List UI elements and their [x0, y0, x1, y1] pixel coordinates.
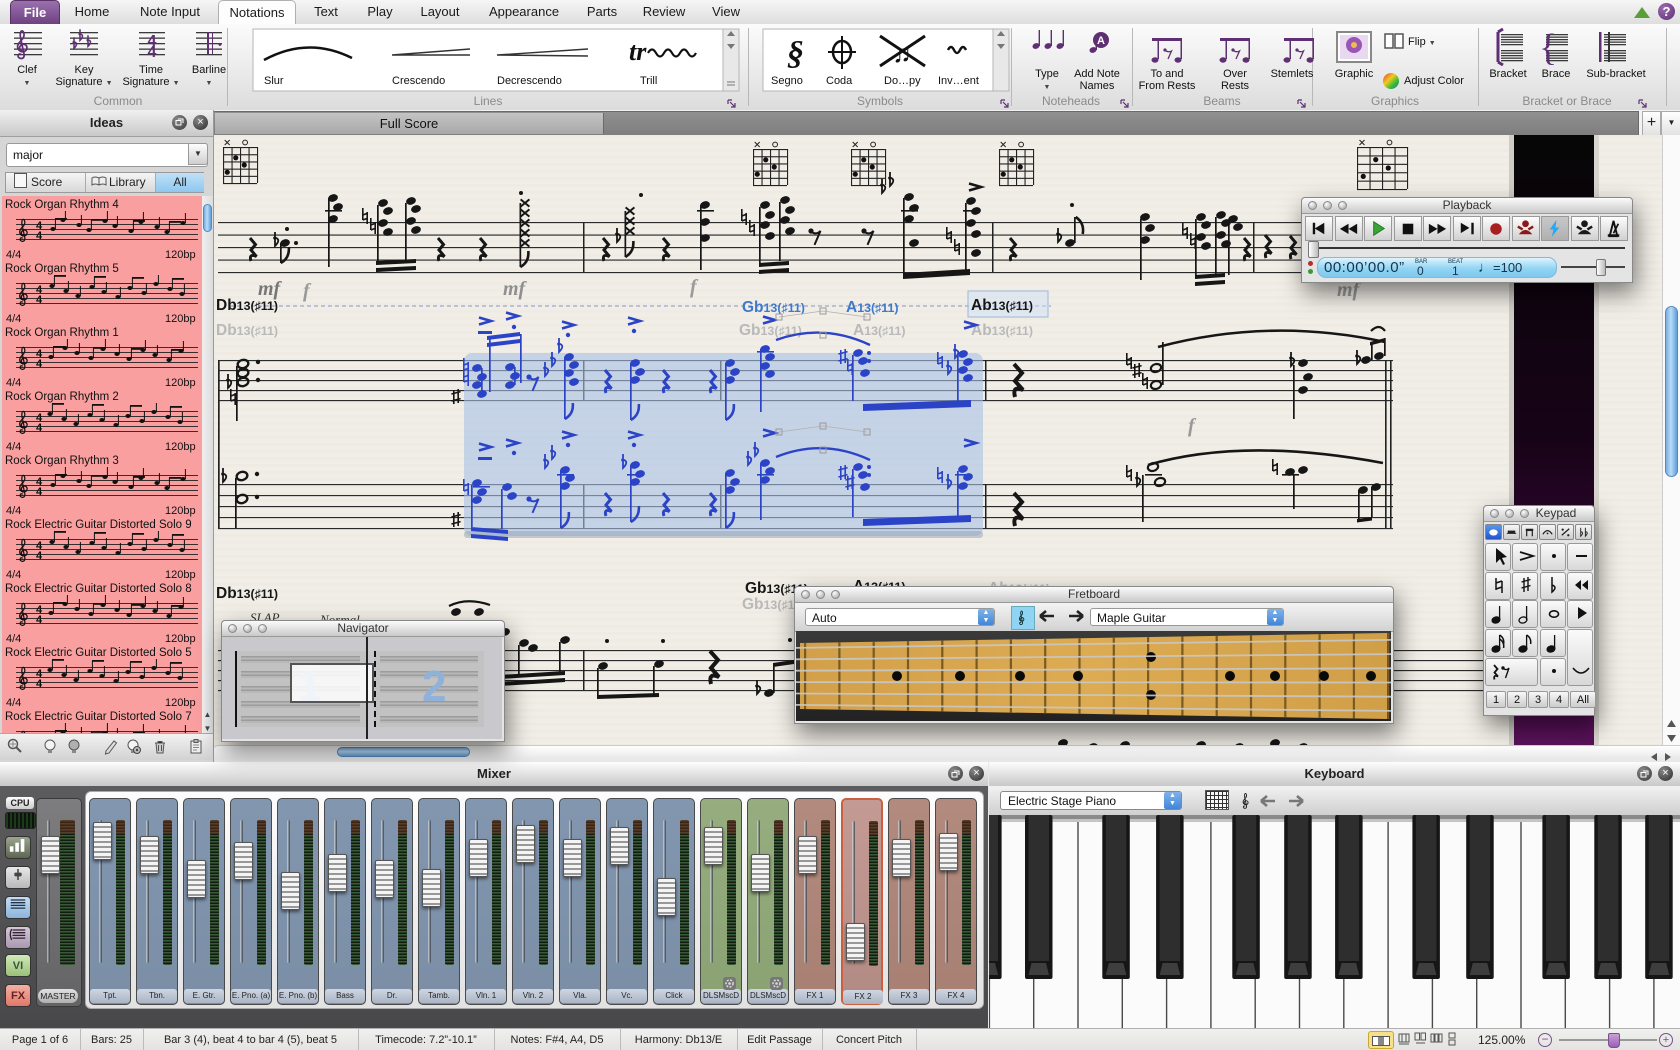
svg-text:4: 4	[36, 358, 43, 370]
svg-text:{: {	[1539, 27, 1557, 69]
svg-text:Crescendo: Crescendo	[392, 75, 445, 87]
svg-text:4: 4	[36, 550, 43, 562]
svg-text:Coda: Coda	[826, 75, 853, 87]
svg-text:Db13(♯11): Db13(♯11)	[216, 585, 278, 602]
svg-text:4: 4	[36, 486, 43, 498]
svg-text:Db13(♯11): Db13(♯11)	[216, 322, 278, 339]
svg-text:Gb13(♯11): Gb13(♯11)	[742, 299, 805, 316]
svg-text:A13(♯11): A13(♯11)	[846, 299, 899, 316]
svg-text:Db13(♯11): Db13(♯11)	[216, 297, 278, 314]
svg-text:4: 4	[36, 230, 43, 242]
svg-text:Inv…ent: Inv…ent	[938, 75, 979, 87]
svg-text:tr: tr	[629, 37, 647, 66]
svg-text:4: 4	[148, 44, 157, 61]
svg-text:Do…py: Do…py	[884, 75, 921, 87]
svg-text:4: 4	[36, 422, 43, 434]
svg-text:Segno: Segno	[771, 75, 803, 87]
svg-text:Slur: Slur	[264, 75, 284, 87]
svg-text:A: A	[1097, 35, 1105, 47]
svg-text:Ab13(♯11): Ab13(♯11)	[971, 322, 1033, 339]
svg-text:•: •	[218, 39, 222, 51]
svg-text:A13(♯11): A13(♯11)	[853, 322, 906, 339]
svg-text:Ab13(♯11): Ab13(♯11)	[971, 297, 1033, 314]
svg-text:Trill: Trill	[640, 75, 657, 87]
svg-text:Decrescendo: Decrescendo	[497, 75, 562, 87]
svg-text:4: 4	[36, 614, 43, 626]
svg-text:mf: mf	[258, 278, 283, 300]
svg-text:4: 4	[36, 294, 43, 306]
svg-text:mf: mf	[503, 278, 528, 300]
svg-text:4: 4	[36, 678, 43, 690]
svg-text:§: §	[787, 35, 804, 72]
